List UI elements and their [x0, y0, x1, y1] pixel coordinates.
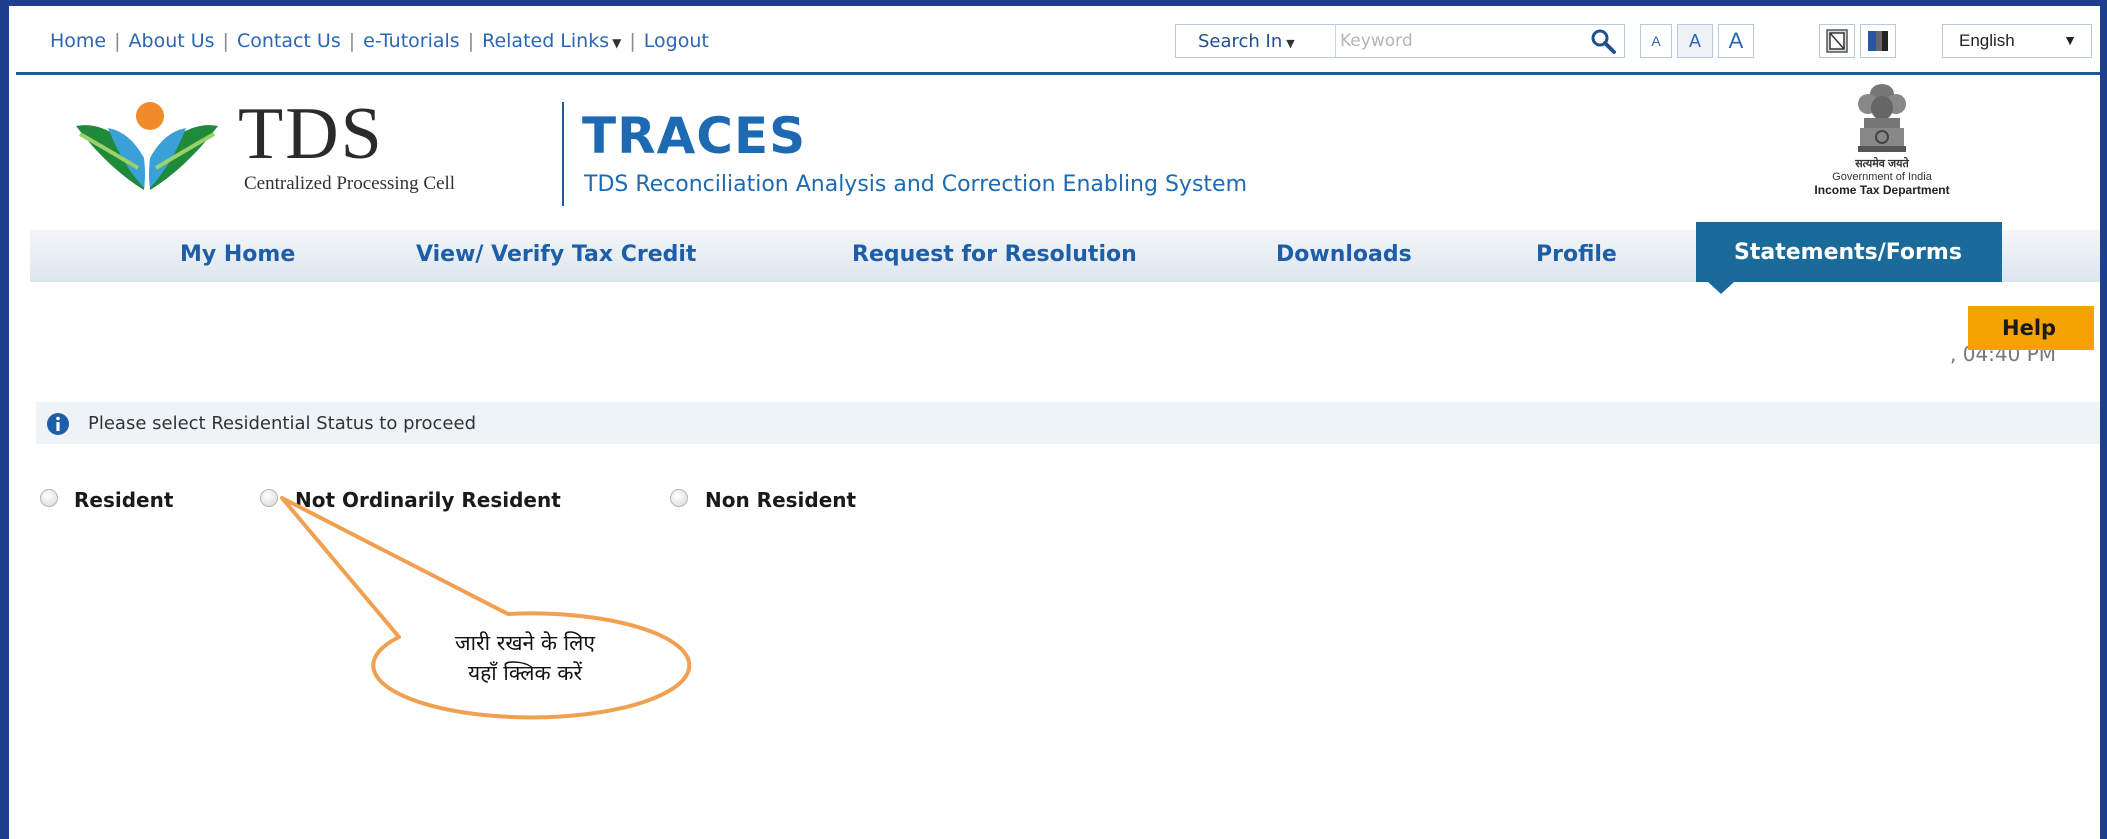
font-small-button[interactable]: A [1640, 24, 1672, 58]
font-normal-button[interactable]: A [1677, 24, 1713, 58]
callout-text: जारी रखने के लिए यहाँ क्लिक करें [360, 628, 690, 688]
tds-subtitle: Centralized Processing Cell [244, 173, 456, 194]
search-input[interactable] [1340, 28, 1570, 54]
header-separator [562, 102, 564, 206]
government-label: सत्यमेव जयते Government of India Income … [1782, 156, 1982, 197]
e-tutorials-link[interactable]: e-Tutorials [363, 30, 460, 52]
caret-down-icon: ▼ [612, 36, 622, 50]
not-ordinarily-resident-radio[interactable] [260, 489, 278, 507]
font-large-button[interactable]: A [1718, 24, 1754, 58]
active-tab-pointer [1708, 282, 1734, 294]
search-box: Search In ▼ [1175, 24, 1625, 58]
callout-line-2: यहाँ क्लिक करें [467, 661, 583, 685]
tds-logo-icon [68, 98, 218, 198]
nav-profile[interactable]: Profile [1536, 242, 1617, 267]
non-resident-radio[interactable] [670, 489, 688, 507]
contact-us-link[interactable]: Contact Us [237, 30, 341, 52]
nav-statements-forms[interactable]: Statements/Forms [1696, 222, 2002, 282]
top-links: Home | About Us | Contact Us | e-Tutorials | Rel… [50, 30, 709, 52]
nav-my-home[interactable]: My Home [180, 242, 295, 267]
nav-view-verify-tax-credit[interactable]: View/ Verify Tax Credit [416, 242, 696, 267]
help-button[interactable]: Help [1968, 306, 2094, 350]
top-utility-bar: Home | About Us | Contact Us | e-Tutorials | Rel… [12, 22, 2098, 76]
nav-request-for-resolution[interactable]: Request for Resolution [852, 242, 1137, 267]
info-message-text: Please select Residential Status to proc… [88, 413, 476, 434]
main-navigation: My Home View/ Verify Tax Credit Request … [30, 222, 2100, 282]
government-of-india-text: Government of India [1832, 171, 1932, 183]
callout-line-1: जारी रखने के लिए [455, 631, 595, 655]
income-tax-department-text: Income Tax Department [1814, 183, 1950, 197]
nav-downloads[interactable]: Downloads [1276, 242, 1412, 267]
home-link[interactable]: Home [50, 30, 106, 52]
header-divider [16, 72, 2100, 75]
not-ordinarily-resident-label[interactable]: Not Ordinarily Resident [295, 488, 561, 512]
traces-subtitle: TDS Reconciliation Analysis and Correcti… [584, 172, 1247, 197]
language-label: English [1959, 31, 2015, 50]
about-us-link[interactable]: About Us [129, 30, 215, 52]
resident-label[interactable]: Resident [74, 488, 173, 512]
resident-radio[interactable] [40, 489, 58, 507]
non-resident-label[interactable]: Non Resident [705, 488, 856, 512]
related-links-dropdown[interactable]: Related Links ▼ [482, 30, 621, 52]
caret-down-icon: ▼ [1286, 37, 1295, 50]
language-select[interactable]: English ▼ [1942, 24, 2092, 58]
tds-title: TDS [238, 93, 384, 175]
national-emblem-icon [1842, 80, 1922, 160]
info-icon [46, 412, 70, 436]
search-in-label: Search In [1198, 31, 1283, 52]
logout-link[interactable]: Logout [644, 30, 709, 52]
related-links-label: Related Links [482, 30, 610, 52]
info-message-bar: Please select Residential Status to proc… [36, 402, 2100, 444]
search-icon[interactable] [1590, 28, 1618, 56]
color-theme-icon[interactable] [1860, 24, 1896, 58]
traces-title: TRACES [582, 107, 807, 165]
caret-down-icon: ▼ [2063, 32, 2077, 48]
high-contrast-icon[interactable] [1819, 24, 1855, 58]
search-in-dropdown[interactable]: Search In ▼ [1176, 25, 1336, 57]
emblem-motto: सत्यमेव जयते [1855, 158, 1909, 170]
